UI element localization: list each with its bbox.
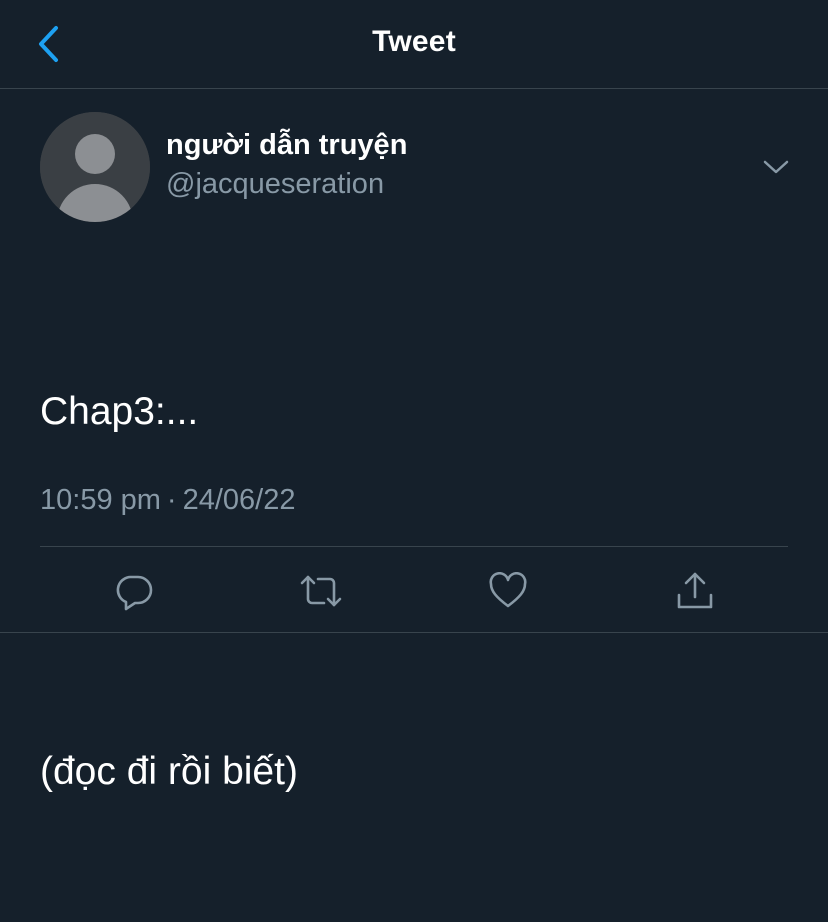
bottom-divider — [0, 632, 828, 633]
share-button[interactable] — [671, 568, 719, 614]
avatar[interactable] — [40, 112, 150, 222]
chevron-down-icon — [763, 160, 789, 174]
reply-button[interactable] — [110, 568, 158, 614]
timestamp-separator: · — [166, 484, 177, 516]
heart-icon — [489, 572, 527, 608]
page-title: Tweet — [372, 25, 456, 58]
reply-icon — [116, 575, 153, 611]
divider — [40, 546, 788, 547]
tweet-text-line: (đọc đi rồi biết) — [40, 750, 298, 793]
tweet-text-line: Chap3:... — [40, 390, 199, 433]
like-button[interactable] — [484, 568, 532, 614]
tweet-time: 10:59 pm — [40, 484, 161, 516]
top-bar: Tweet — [0, 0, 828, 89]
more-options-button[interactable] — [756, 150, 796, 184]
author-display-name[interactable]: người dẫn truyện — [166, 129, 407, 162]
tweet-timestamp: 10:59 pm · 24/06/22 — [40, 484, 295, 517]
share-icon — [677, 572, 713, 609]
tweet-actions — [0, 560, 828, 622]
retweet-icon — [300, 575, 342, 607]
default-avatar-icon — [40, 112, 150, 222]
author-handle[interactable]: @jacqueseration — [166, 168, 384, 201]
retweet-button[interactable] — [297, 568, 345, 614]
tweet-date: 24/06/22 — [182, 484, 296, 516]
